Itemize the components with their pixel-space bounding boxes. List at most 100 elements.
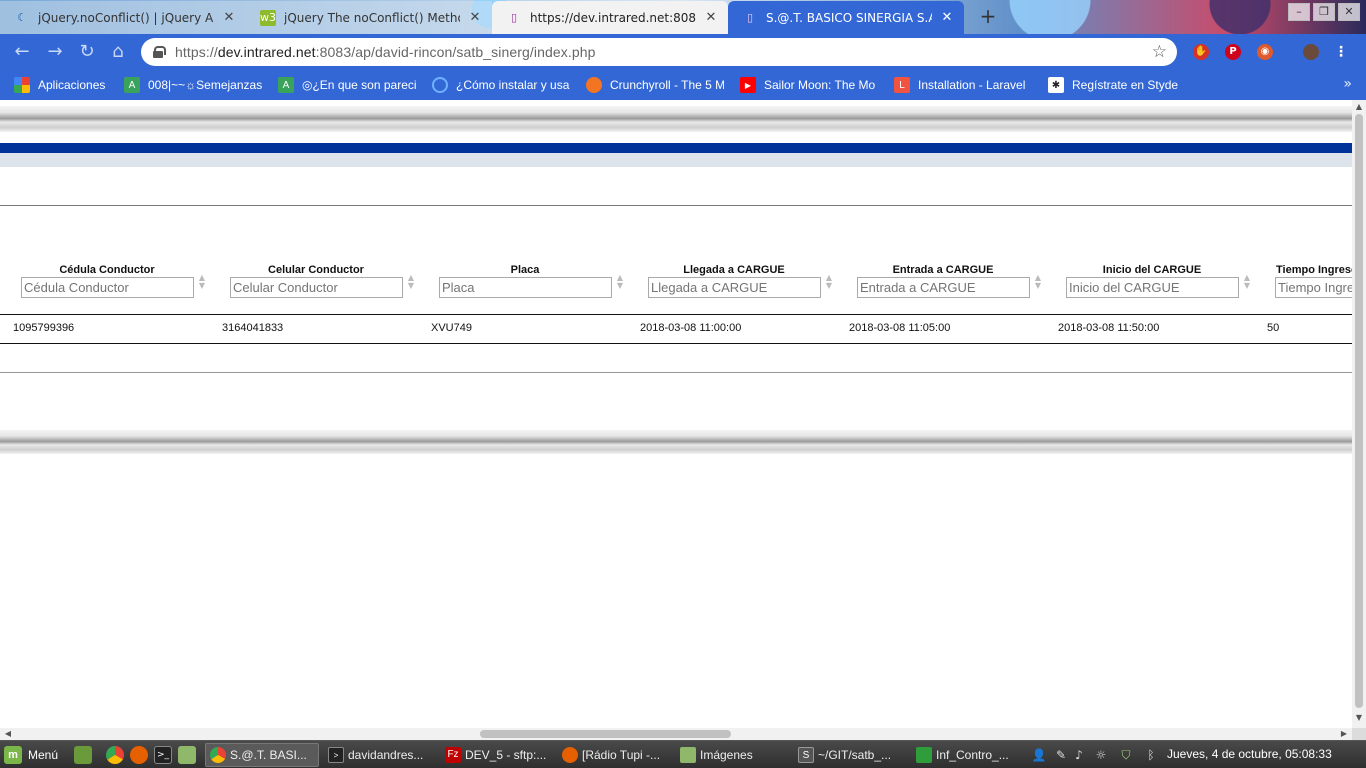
taskbar-window-spreadsheet[interactable]: Inf_Contro_... — [912, 743, 1024, 767]
filter-placa-input[interactable] — [439, 277, 612, 298]
column-header[interactable]: Llegada a CARGUE — [627, 264, 841, 276]
scrollbar-corner — [1352, 728, 1366, 740]
horizontal-scrollbar[interactable]: ◀ ▶ — [0, 728, 1352, 740]
scroll-up-icon[interactable]: ▲ — [1352, 101, 1366, 113]
sort-icon[interactable]: ▲ ▼ — [1243, 274, 1251, 290]
filter-entrada-input[interactable] — [857, 277, 1030, 298]
bookmark-apps[interactable]: Aplicaciones — [14, 76, 105, 94]
os-taskbar: m Menú >_ S.@.T. BASI... > davidandres..… — [0, 740, 1366, 768]
url-text: https://dev.intrared.net:8083/ap/david-r… — [175, 44, 596, 60]
minimize-button[interactable]: – — [1288, 3, 1310, 21]
bookmark-laravel[interactable]: L Installation - Laravel — [894, 76, 1032, 94]
taskbar-window-chrome[interactable]: S.@.T. BASI... — [205, 743, 319, 767]
chrome-icon[interactable] — [106, 746, 124, 764]
sort-icon[interactable]: ▲ ▼ — [407, 274, 415, 290]
show-desktop-icon[interactable] — [74, 746, 92, 764]
close-icon[interactable]: ✕ — [940, 10, 954, 25]
apps-grid-icon — [14, 77, 30, 93]
column-header[interactable]: Inicio del CARGUE — [1045, 264, 1259, 276]
terminal-icon: > — [328, 747, 344, 763]
column-llegada: Llegada a CARGUE ▲▼ — [627, 264, 832, 298]
clock[interactable]: Jueves, 4 de octubre, 05:08:33 — [1167, 747, 1332, 761]
filter-celular-input[interactable] — [230, 277, 403, 298]
taskbar-window-terminal[interactable]: > davidandres... — [324, 743, 436, 767]
chevron-right-icon[interactable]: » — [1343, 76, 1352, 92]
column-header[interactable]: Tiempo Ingreso — [1254, 264, 1352, 276]
new-tab-button[interactable]: + — [978, 6, 998, 26]
avatar[interactable] — [1303, 44, 1319, 60]
column-cedula: Cédula Conductor ▲▼ — [0, 264, 205, 298]
menu-dots-icon[interactable]: ⋮ — [1333, 44, 1349, 60]
bookmark-instalar[interactable]: ¿Cómo instalar y usar — [432, 76, 570, 94]
adblock-icon[interactable]: ✋ — [1193, 44, 1209, 60]
forward-arrow-icon[interactable]: → — [45, 42, 65, 62]
sort-icon[interactable]: ▲ ▼ — [825, 274, 833, 290]
sort-icon[interactable]: ▲ ▼ — [1034, 274, 1042, 290]
filter-tiempo-input[interactable] — [1275, 277, 1352, 298]
cell-entrada: 2018-03-08 11:05:00 — [849, 322, 951, 334]
filter-llegada-input[interactable] — [648, 277, 821, 298]
lock-icon — [153, 46, 166, 58]
sort-icon[interactable]: ▲ ▼ — [198, 274, 206, 290]
tab-strip: ☾ jQuery.noConflict() | jQuery API ✕ w3 … — [0, 0, 1366, 34]
terminal-icon[interactable]: >_ — [154, 746, 172, 764]
tab-jquery-api[interactable]: ☾ jQuery.noConflict() | jQuery API ✕ — [0, 1, 246, 34]
taskbar-window-sublime[interactable]: S ~/GIT/satb_... — [794, 743, 906, 767]
taskbar-window-filezilla[interactable]: Fz DEV_5 - sftp:... — [441, 743, 553, 767]
taskbar-window-imagenes[interactable]: Imágenes — [676, 743, 788, 767]
close-icon[interactable]: ✕ — [704, 10, 718, 25]
filter-cedula-input[interactable] — [21, 277, 194, 298]
laravel-icon: L — [894, 77, 910, 93]
tab-w3schools[interactable]: w3 jQuery The noConflict() Method ✕ — [246, 1, 492, 34]
firefox-icon[interactable] — [130, 746, 148, 764]
footer-metallic-bar — [0, 430, 1352, 454]
scroll-thumb[interactable] — [1355, 114, 1363, 708]
close-window-button[interactable]: ✕ — [1338, 3, 1360, 21]
bookmark-styde[interactable]: ✱ Regístrate en Styde — [1048, 76, 1188, 94]
scroll-right-icon[interactable]: ▶ — [1338, 728, 1350, 740]
taskbar-window-firefox[interactable]: [Rádio Tupi -... — [558, 743, 670, 767]
address-bar[interactable]: https://dev.intrared.net:8083/ap/david-r… — [141, 38, 1177, 66]
bookmark-parecidos[interactable]: A ◎¿En que son parecidos — [278, 76, 416, 94]
bookmark-star-icon[interactable]: ☆ — [1152, 42, 1167, 62]
user-icon[interactable]: 👤 — [1031, 747, 1047, 763]
filter-inicio-input[interactable] — [1066, 277, 1239, 298]
page-icon: ▯ — [510, 11, 518, 24]
bluetooth-icon[interactable]: ᛒ — [1143, 747, 1159, 763]
brightness-icon[interactable]: ☼ — [1093, 747, 1109, 763]
home-icon[interactable]: ⌂ — [108, 42, 128, 62]
pinterest-icon[interactable]: P — [1225, 44, 1241, 60]
column-header[interactable]: Celular Conductor — [209, 264, 423, 276]
column-header[interactable]: Cédula Conductor — [0, 264, 214, 276]
firefox-icon — [562, 747, 578, 763]
bookmark-crunchyroll[interactable]: Crunchyroll - The 5 Mo — [586, 76, 724, 94]
extension-icon[interactable]: ◉ — [1257, 44, 1273, 60]
scroll-down-icon[interactable]: ▼ — [1352, 712, 1366, 724]
chrome-icon — [210, 747, 226, 763]
sort-icon[interactable]: ▲ ▼ — [616, 274, 624, 290]
maximize-button[interactable]: ❐ — [1313, 3, 1335, 21]
bookmark-sailor-moon[interactable]: ▶ Sailor Moon: The Mo — [740, 76, 878, 94]
column-header[interactable]: Entrada a CARGUE — [836, 264, 1050, 276]
reload-icon[interactable]: ↻ — [77, 42, 97, 62]
tab-dev-intrared[interactable]: ▯ https://dev.intrared.net:8083/ap ✕ — [492, 1, 728, 34]
column-celular: Celular Conductor ▲▼ — [209, 264, 414, 298]
tab-label: jQuery.noConflict() | jQuery API — [38, 10, 214, 25]
start-menu-button[interactable]: m Menú — [4, 745, 58, 765]
volume-icon[interactable]: ♪ — [1071, 747, 1087, 763]
vertical-scrollbar[interactable]: ▲ ▼ — [1352, 100, 1366, 728]
network-icon[interactable]: ✎ — [1053, 747, 1069, 763]
back-arrow-icon[interactable]: ← — [12, 42, 32, 62]
scroll-left-icon[interactable]: ◀ — [2, 728, 14, 740]
crunchyroll-icon — [586, 77, 602, 93]
folder-icon[interactable] — [178, 746, 196, 764]
close-icon[interactable]: ✕ — [468, 10, 482, 25]
column-header[interactable]: Placa — [418, 264, 632, 276]
tab-sinergia[interactable]: ▯ S.@.T. BASICO SINERGIA S.A.S. ✕ — [728, 1, 964, 34]
close-icon[interactable]: ✕ — [222, 10, 236, 25]
shield-icon[interactable]: ⛉ — [1118, 747, 1134, 763]
table-row-border — [0, 343, 1352, 344]
bookmark-semejanzas[interactable]: A 008|~~☼Semejanzas y dif — [124, 76, 264, 94]
page-icon: ▯ — [746, 11, 754, 24]
scroll-thumb[interactable] — [480, 730, 731, 738]
